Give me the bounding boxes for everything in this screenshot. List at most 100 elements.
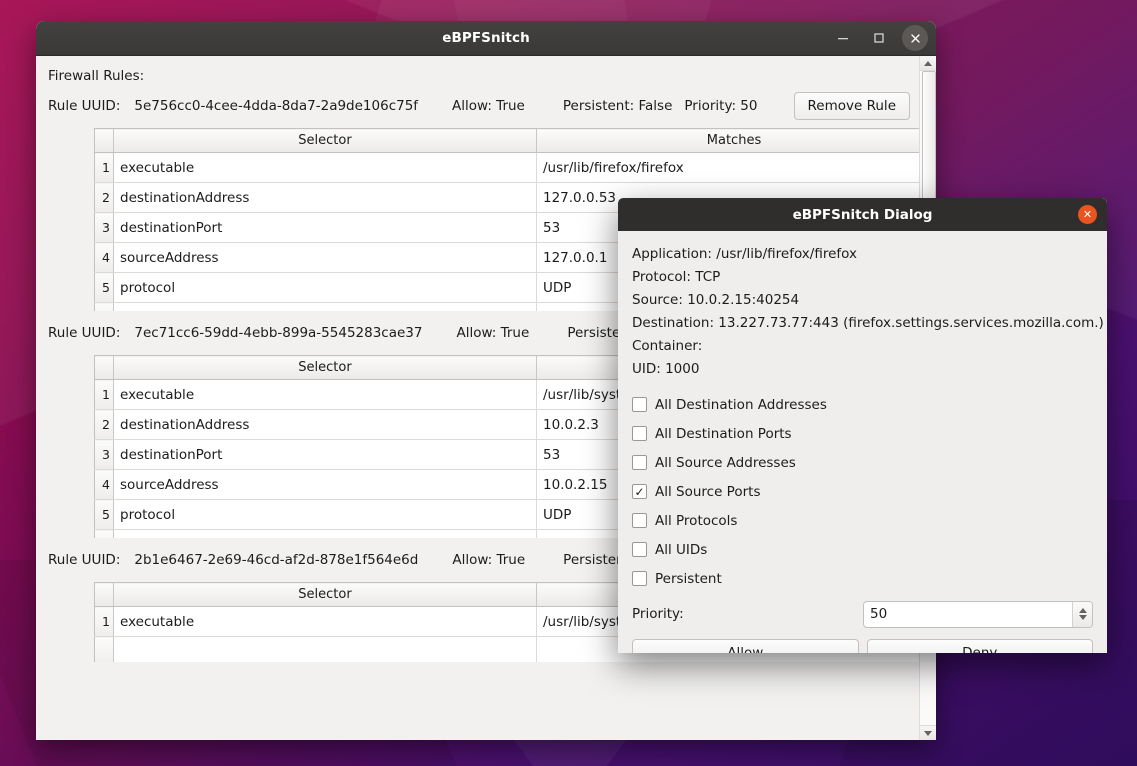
- row-selector: userId: [113, 302, 537, 311]
- row-number: 5: [94, 272, 114, 303]
- checkbox-icon[interactable]: ✓: [632, 426, 647, 441]
- spin-up-icon[interactable]: [1078, 608, 1087, 613]
- priority-spin-buttons[interactable]: [1072, 601, 1092, 627]
- checkbox-icon[interactable]: ✓: [632, 397, 647, 412]
- rule-allow: Allow: True: [452, 98, 525, 114]
- row-number: 3: [94, 439, 114, 470]
- row-number: 4: [94, 469, 114, 500]
- dialog-info-uid: UID: 1000: [632, 361, 700, 377]
- minimize-icon[interactable]: [830, 25, 856, 51]
- checkbox-all-destination-ports[interactable]: ✓ All Destination Ports: [632, 419, 1093, 448]
- checkbox-all-uids[interactable]: ✓ All UIDs: [632, 535, 1093, 564]
- row-number: 1: [94, 379, 114, 410]
- row-number: 6: [94, 529, 114, 538]
- row-number: 2: [94, 409, 114, 440]
- row-match: /usr/lib/firefox/firefox: [536, 152, 919, 183]
- table-row[interactable]: 1 executable /usr/lib/firefox/firefox: [94, 152, 919, 183]
- row-selector: protocol: [113, 499, 537, 530]
- priority-stepper[interactable]: [863, 600, 1093, 628]
- row-number: 6: [94, 302, 114, 311]
- row-selector: executable: [113, 152, 537, 183]
- checkbox-icon[interactable]: ✓: [632, 484, 647, 499]
- rule-priority: Priority: 50: [684, 98, 758, 114]
- dialog-close-icon[interactable]: ✕: [1078, 205, 1097, 224]
- row-selector: protocol: [113, 272, 537, 303]
- dialog-checkbox-group: ✓ All Destination Addresses ✓ All Destin…: [632, 390, 1093, 593]
- table-header-row: Selector Matches: [94, 128, 919, 153]
- dialog-info-application: Application: /usr/lib/firefox/firefox: [632, 246, 857, 262]
- spin-down-icon[interactable]: [1078, 615, 1087, 620]
- rule-allow: Allow: True: [452, 552, 526, 568]
- dialog-body: Application: /usr/lib/firefox/firefox Pr…: [618, 231, 1107, 653]
- row-number: 5: [94, 499, 114, 530]
- checkbox-icon[interactable]: ✓: [632, 455, 647, 470]
- window-controls: [830, 21, 928, 55]
- checkbox-label: All Protocols: [655, 512, 738, 529]
- row-selector: destinationPort: [113, 212, 537, 243]
- rule-allow: Allow: True: [456, 325, 530, 341]
- checkbox-icon[interactable]: ✓: [632, 513, 647, 528]
- priority-row: Priority:: [632, 599, 1093, 629]
- rule-uuid-label: Rule UUID:: [48, 552, 121, 568]
- scroll-up-icon[interactable]: [920, 56, 936, 71]
- checkbox-all-source-ports[interactable]: ✓ All Source Ports: [632, 477, 1093, 506]
- scroll-down-icon[interactable]: [920, 725, 936, 740]
- checkbox-icon[interactable]: ✓: [632, 542, 647, 557]
- dialog-info-destination: Destination: 13.227.73.77:443 (firefox.s…: [632, 315, 1104, 331]
- dialog-actions: Allow Deny: [632, 639, 1093, 653]
- rownum-header: [94, 128, 114, 153]
- dialog-title: eBPFSnitch Dialog: [792, 206, 933, 223]
- checkbox-label: All Source Ports: [655, 483, 761, 500]
- checkbox-persistent[interactable]: ✓ Persistent: [632, 564, 1093, 593]
- desktop-background: eBPFSnitch Firewall Rules: Rule UUID: 5e…: [0, 0, 1137, 766]
- checkbox-all-destination-addresses[interactable]: ✓ All Destination Addresses: [632, 390, 1093, 419]
- row-selector: executable: [113, 379, 537, 410]
- rule-uuid-value: 2b1e6467-2e69-46cd-af2d-878e1f564e6d: [134, 552, 419, 568]
- maximize-icon[interactable]: [866, 25, 892, 51]
- checkbox-label: All Destination Ports: [655, 425, 792, 442]
- row-number: 2: [94, 182, 114, 213]
- dialog-titlebar[interactable]: eBPFSnitch Dialog ✕: [618, 198, 1107, 231]
- rule-persistent: Persistent: False: [562, 98, 673, 114]
- checkbox-all-source-addresses[interactable]: ✓ All Source Addresses: [632, 448, 1093, 477]
- row-selector: destinationAddress: [113, 409, 537, 440]
- row-selector: userId: [113, 529, 537, 538]
- selector-header: Selector: [113, 355, 537, 380]
- window-title: eBPFSnitch: [442, 30, 530, 46]
- close-icon[interactable]: [902, 25, 928, 51]
- dialog-info-source: Source: 10.0.2.15:40254: [632, 292, 800, 308]
- checkbox-all-protocols[interactable]: ✓ All Protocols: [632, 506, 1093, 535]
- checkbox-icon[interactable]: ✓: [632, 571, 647, 586]
- checkbox-label: All Destination Addresses: [655, 396, 827, 413]
- dialog-info-protocol: Protocol: TCP: [632, 269, 721, 285]
- rownum-header: [94, 355, 114, 380]
- priority-input[interactable]: [864, 601, 1072, 627]
- row-selector: sourceAddress: [113, 242, 537, 273]
- rule-header: Rule UUID: 5e756cc0-4cee-4dda-8da7-2a9de…: [36, 84, 919, 128]
- row-selector: executable: [113, 606, 537, 637]
- row-selector: destinationPort: [113, 439, 537, 470]
- selector-header: Selector: [113, 128, 537, 153]
- row-number: 4: [94, 242, 114, 273]
- priority-label: Priority:: [632, 606, 684, 622]
- ebpfsnitch-dialog: eBPFSnitch Dialog ✕ Application: /usr/li…: [618, 198, 1107, 653]
- rule-uuid-value: 7ec71cc6-59dd-4ebb-899a-5545283cae37: [134, 325, 423, 341]
- checkbox-label: All UIDs: [655, 541, 708, 558]
- remove-rule-button[interactable]: Remove Rule: [793, 92, 910, 120]
- rownum-header: [94, 582, 114, 607]
- row-number: [94, 636, 114, 662]
- row-number: 1: [94, 152, 114, 183]
- deny-button[interactable]: Deny: [866, 639, 1093, 653]
- rule-uuid-value: 5e756cc0-4cee-4dda-8da7-2a9de106c75f: [134, 98, 419, 114]
- matches-header: Matches: [536, 128, 919, 153]
- rule-uuid-label: Rule UUID:: [48, 325, 121, 341]
- row-selector: [113, 636, 537, 662]
- main-titlebar[interactable]: eBPFSnitch: [36, 21, 936, 56]
- scrollbar-thumb[interactable]: [922, 71, 936, 211]
- row-number: 3: [94, 212, 114, 243]
- selector-header: Selector: [113, 582, 537, 607]
- firewall-rules-label: Firewall Rules:: [48, 68, 145, 84]
- allow-button[interactable]: Allow: [632, 639, 859, 653]
- dialog-info-container: Container:: [632, 338, 703, 354]
- checkbox-label: Persistent: [655, 570, 722, 587]
